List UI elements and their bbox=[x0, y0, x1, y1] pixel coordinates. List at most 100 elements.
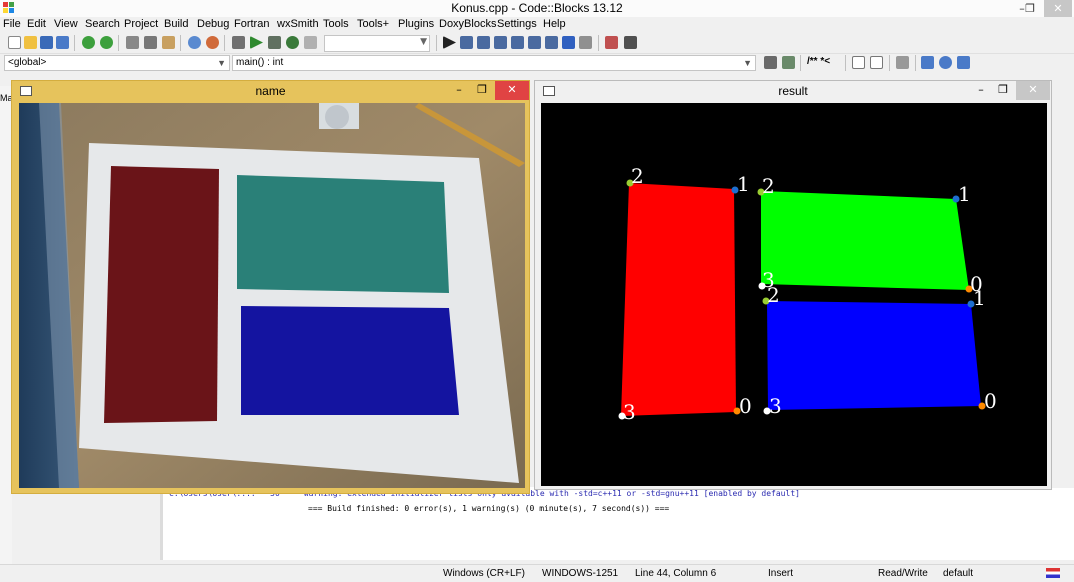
copy-icon[interactable] bbox=[144, 36, 157, 49]
menu-view[interactable]: View bbox=[54, 18, 78, 30]
scope-select[interactable]: <global> ▼ bbox=[4, 55, 230, 71]
doxy-wizard-icon[interactable] bbox=[852, 56, 865, 69]
log-build-finished: === Build finished: 0 error(s), 1 warnin… bbox=[308, 504, 670, 513]
status-access: Read/Write bbox=[878, 568, 928, 579]
jump-forward-icon[interactable] bbox=[782, 56, 795, 69]
toolbar-separator bbox=[118, 35, 119, 51]
debug-info-icon[interactable] bbox=[624, 36, 637, 49]
close-button[interactable]: ✕ bbox=[1016, 81, 1050, 100]
paste-icon[interactable] bbox=[162, 36, 175, 49]
scope-value: <global> bbox=[8, 57, 47, 68]
abort-icon[interactable] bbox=[304, 36, 317, 49]
find-icon[interactable] bbox=[188, 36, 201, 49]
menu-help[interactable]: Help bbox=[543, 18, 566, 30]
function-value: main() : int bbox=[236, 57, 284, 68]
open-file-icon[interactable] bbox=[24, 36, 37, 49]
toolbar-separator bbox=[224, 35, 225, 51]
stop-debug-icon[interactable] bbox=[579, 36, 592, 49]
chevron-down-icon: ▼ bbox=[743, 58, 752, 68]
chevron-down-icon: ▼ bbox=[217, 58, 226, 68]
menu-search[interactable]: Search bbox=[85, 18, 120, 30]
toolbar-separator bbox=[598, 35, 599, 51]
menu-tools[interactable]: Tools bbox=[323, 18, 349, 30]
save-icon[interactable] bbox=[40, 36, 53, 49]
menu-build[interactable]: Build bbox=[164, 18, 188, 30]
doxy-comment-button[interactable]: /** *< bbox=[807, 56, 830, 67]
undo-icon[interactable] bbox=[82, 36, 95, 49]
restore-button[interactable]: ❐ bbox=[993, 81, 1013, 100]
menu-tools-plus[interactable]: Tools+ bbox=[357, 18, 389, 30]
run-icon[interactable] bbox=[250, 36, 263, 49]
title-bar: Konus.cpp - Code::Blocks 13.12 – ❐ ✕ bbox=[0, 0, 1074, 17]
cut-icon[interactable] bbox=[126, 36, 139, 49]
build-target-select[interactable]: ▼ bbox=[324, 35, 430, 52]
menu-bar: File Edit View Search Project Build Debu… bbox=[0, 17, 1074, 32]
menu-wxsmith[interactable]: wxSmith bbox=[277, 18, 319, 30]
run-to-cursor-icon[interactable] bbox=[460, 36, 473, 49]
main-toolbar: ▼ bbox=[0, 32, 1074, 54]
corner-label: 1 bbox=[973, 286, 986, 310]
toolbar-separator bbox=[74, 35, 75, 51]
image-window-name[interactable]: name – ❐ ✕ bbox=[11, 80, 530, 494]
step-out-icon[interactable] bbox=[511, 36, 524, 49]
restore-button[interactable]: ❐ bbox=[1017, 0, 1043, 17]
debug-windows-icon[interactable] bbox=[605, 36, 618, 49]
new-file-icon[interactable] bbox=[8, 36, 21, 49]
corner-label: 2 bbox=[767, 283, 780, 307]
image-window-result[interactable]: result – ❐ ✕ 2 1 3 0 2 1 3 0 2 1 3 0 bbox=[534, 80, 1052, 490]
build-gear-icon[interactable] bbox=[232, 36, 245, 49]
build-run-icon[interactable] bbox=[268, 36, 281, 49]
replace-icon[interactable] bbox=[206, 36, 219, 49]
toggle-bookmark-icon[interactable] bbox=[939, 56, 952, 69]
status-line-endings: Windows (CR+LF) bbox=[443, 568, 525, 579]
prev-bookmark-icon[interactable] bbox=[921, 56, 934, 69]
menu-edit[interactable]: Edit bbox=[27, 18, 46, 30]
menu-doxyblocks[interactable]: DoxyBlocks bbox=[439, 18, 496, 30]
save-all-icon[interactable] bbox=[56, 36, 69, 49]
menu-fortran[interactable]: Fortran bbox=[234, 18, 269, 30]
language-flag-icon[interactable] bbox=[1046, 568, 1060, 578]
code-completion-toolbar: <global> ▼ main() : int ▼ /** *< bbox=[0, 54, 1074, 73]
step-into-icon[interactable] bbox=[494, 36, 507, 49]
close-button[interactable]: ✕ bbox=[495, 81, 529, 100]
restore-button[interactable]: ❐ bbox=[472, 81, 492, 100]
menu-plugins[interactable]: Plugins bbox=[398, 18, 434, 30]
toolbar-separator bbox=[915, 55, 916, 71]
next-line-icon[interactable] bbox=[477, 36, 490, 49]
minimize-button[interactable]: – bbox=[971, 81, 991, 100]
next-instruction-icon[interactable] bbox=[528, 36, 541, 49]
status-profile: default bbox=[943, 568, 974, 579]
menu-debug[interactable]: Debug bbox=[197, 18, 229, 30]
toolbar-separator bbox=[180, 35, 181, 51]
next-bookmark-icon[interactable] bbox=[957, 56, 970, 69]
camera-photo bbox=[19, 103, 525, 488]
menu-project[interactable]: Project bbox=[124, 18, 158, 30]
step-instruction-icon[interactable] bbox=[545, 36, 558, 49]
settings-wrench-icon[interactable] bbox=[896, 56, 909, 69]
menu-settings[interactable]: Settings bbox=[497, 18, 537, 30]
blue-contour bbox=[767, 301, 981, 410]
menu-file[interactable]: File bbox=[3, 18, 21, 30]
corner-label: 0 bbox=[739, 394, 752, 418]
pause-icon[interactable] bbox=[562, 36, 575, 49]
red-contour bbox=[621, 183, 736, 416]
corner-label: 1 bbox=[958, 182, 971, 206]
function-select[interactable]: main() : int ▼ bbox=[232, 55, 756, 71]
minimize-button[interactable]: – bbox=[449, 81, 469, 100]
redo-icon[interactable] bbox=[100, 36, 113, 49]
right-panel bbox=[1050, 428, 1074, 488]
toolbar-separator bbox=[889, 55, 890, 71]
corner-label: 0 bbox=[984, 389, 997, 413]
rebuild-icon[interactable] bbox=[286, 36, 299, 49]
doxy-extract-icon[interactable] bbox=[870, 56, 883, 69]
result-canvas: 2 1 3 0 2 1 3 0 2 1 3 0 bbox=[618, 164, 997, 424]
jump-back-icon[interactable] bbox=[764, 56, 777, 69]
close-button[interactable]: ✕ bbox=[1044, 0, 1072, 17]
corner-label: 1 bbox=[737, 172, 750, 196]
build-log-panel: C:\Users\User\...: 50 warning: extended … bbox=[160, 487, 1074, 560]
editor-scrollbar[interactable] bbox=[1058, 100, 1074, 430]
debug-run-icon[interactable] bbox=[443, 36, 456, 49]
status-mode: Insert bbox=[768, 568, 794, 579]
status-encoding: WINDOWS-1251 bbox=[542, 568, 619, 579]
status-position: Line 44, Column 6 bbox=[635, 568, 717, 579]
